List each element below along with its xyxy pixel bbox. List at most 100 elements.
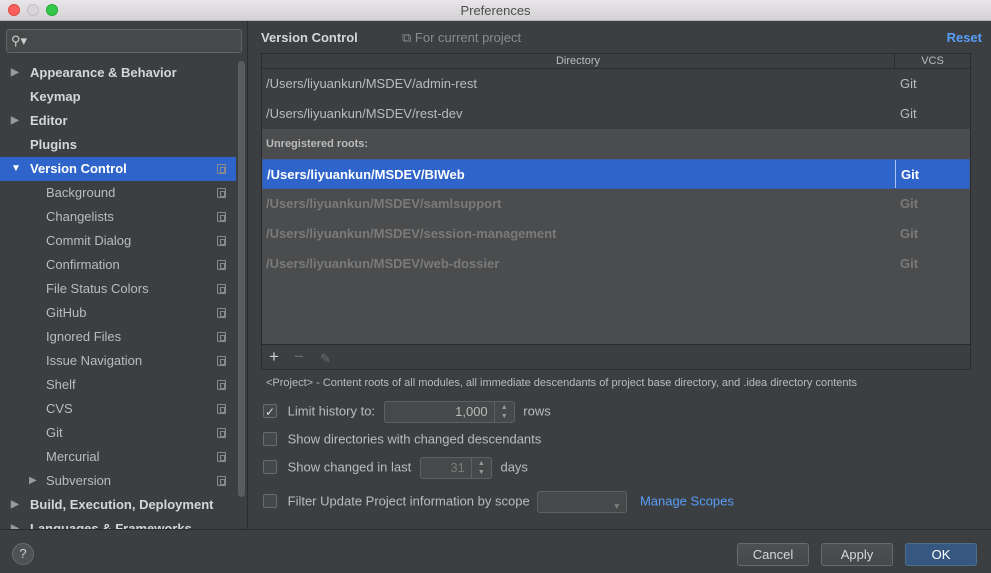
project-scope-icon <box>217 260 226 270</box>
show-changed-checkbox[interactable] <box>263 459 277 474</box>
project-scope-icon <box>217 476 226 486</box>
sidebar-item-label: Issue Navigation <box>46 353 143 368</box>
sidebar-item-label: Version Control <box>30 161 127 176</box>
vcs-cell: Git <box>900 256 919 271</box>
project-scope-icon <box>217 308 226 318</box>
sidebar-item-label: Shelf <box>46 377 76 392</box>
apply-button[interactable]: Apply <box>821 543 893 566</box>
vcs-cell: Git <box>900 196 919 211</box>
sidebar-item-label: Build, Execution, Deployment <box>30 497 214 512</box>
filter-update-checkbox[interactable] <box>263 493 277 508</box>
sidebar-item-background[interactable]: Background <box>0 181 236 205</box>
chevron-right-icon[interactable]: ▶ <box>11 109 19 133</box>
add-icon[interactable]: + <box>269 347 279 367</box>
limit-history-label[interactable]: Limit history to: <box>288 404 375 419</box>
sidebar-item-version-control[interactable]: ▼ Version Control <box>0 157 236 181</box>
days-value[interactable]: 31 <box>450 458 464 478</box>
directory-cell: /Users/liyuankun/MSDEV/BIWeb <box>267 167 465 182</box>
manage-scopes-link[interactable]: Manage Scopes <box>640 494 734 509</box>
directory-cell: /Users/liyuankun/MSDEV/session-managemen… <box>266 226 557 241</box>
show-dirs-label[interactable]: Show directories with changed descendant… <box>288 432 542 447</box>
chevron-down-icon[interactable]: ▼ <box>11 157 21 181</box>
limit-history-checkbox[interactable] <box>263 401 277 423</box>
table-row-selected[interactable]: /Users/liyuankun/MSDEV/BIWeb Git <box>262 159 970 189</box>
edit-icon[interactable]: ✎ <box>320 349 331 369</box>
sidebar-item-shelf[interactable]: Shelf <box>0 373 236 397</box>
page-title: Version Control <box>261 30 358 45</box>
column-header-vcs[interactable]: VCS <box>895 54 970 69</box>
directory-cell: /Users/liyuankun/MSDEV/admin-rest <box>266 76 477 91</box>
sidebar-item-label: Appearance & Behavior <box>30 65 177 80</box>
help-button[interactable]: ? <box>12 543 34 565</box>
sidebar-item-build-execution-deployment[interactable]: ▶ Build, Execution, Deployment <box>0 493 236 517</box>
sidebar-item-confirmation[interactable]: Confirmation <box>0 253 236 277</box>
sidebar-item-label: Editor <box>30 113 68 128</box>
sidebar-item-label: Keymap <box>30 89 81 104</box>
project-scope-icon <box>217 452 226 462</box>
sidebar-item-subversion[interactable]: ▶ Subversion <box>0 469 236 493</box>
project-scope-icon <box>217 212 226 222</box>
settings-sidebar: ⚲▾ ▶ Appearance & Behavior Keymap ▶ Edit… <box>0 21 248 536</box>
sidebar-item-appearance-behavior[interactable]: ▶ Appearance & Behavior <box>0 61 236 85</box>
sidebar-item-plugins[interactable]: Plugins <box>0 133 236 157</box>
filter-update-option: Filter Update Project information by sco… <box>263 490 734 513</box>
scope-hint: ⧉ For current project <box>402 30 521 46</box>
sidebar-item-label: Confirmation <box>46 257 120 272</box>
sidebar-item-git[interactable]: Git <box>0 421 236 445</box>
sidebar-item-commit-dialog[interactable]: Commit Dialog <box>0 229 236 253</box>
reset-link[interactable]: Reset <box>947 30 982 45</box>
sidebar-item-issue-navigation[interactable]: Issue Navigation <box>0 349 236 373</box>
cancel-button[interactable]: Cancel <box>737 543 809 566</box>
days-stepper[interactable]: 31 ▲ ▼ <box>419 456 492 479</box>
settings-search-field[interactable]: ⚲▾ <box>6 29 242 53</box>
chevron-right-icon[interactable]: ▶ <box>29 469 37 493</box>
project-scope-icon <box>217 164 226 174</box>
dialog-button-bar: ? Cancel Apply OK <box>0 529 991 573</box>
sidebar-item-label: Changelists <box>46 209 114 224</box>
sidebar-item-mercurial[interactable]: Mercurial <box>0 445 236 469</box>
sidebar-item-github[interactable]: GitHub <box>0 301 236 325</box>
sidebar-item-file-status-colors[interactable]: File Status Colors <box>0 277 236 301</box>
show-changed-option: Show changed in last 31 ▲ ▼ days <box>263 456 528 479</box>
show-changed-label[interactable]: Show changed in last <box>288 460 412 475</box>
vcs-mappings-table: Directory VCS /Users/liyuankun/MSDEV/adm… <box>261 53 971 370</box>
ok-button[interactable]: OK <box>905 543 977 566</box>
filter-update-label[interactable]: Filter Update Project information by sco… <box>288 494 530 509</box>
sidebar-item-ignored-files[interactable]: Ignored Files <box>0 325 236 349</box>
table-row[interactable]: /Users/liyuankun/MSDEV/session-managemen… <box>262 219 970 249</box>
sidebar-scrollbar[interactable] <box>238 61 245 497</box>
sidebar-item-editor[interactable]: ▶ Editor <box>0 109 236 133</box>
sidebar-item-label: CVS <box>46 401 73 416</box>
vcs-rows: /Users/liyuankun/MSDEV/admin-rest Git /U… <box>262 69 970 279</box>
sidebar-item-label: Git <box>46 425 63 440</box>
chevron-right-icon[interactable]: ▶ <box>11 493 19 517</box>
history-rows-value[interactable]: 1,000 <box>455 402 488 422</box>
project-scope-icon <box>217 380 226 390</box>
history-rows-stepper[interactable]: 1,000 ▲ ▼ <box>383 400 515 423</box>
chevron-right-icon[interactable]: ▶ <box>11 61 19 85</box>
table-row[interactable]: /Users/liyuankun/MSDEV/rest-dev Git <box>262 99 970 129</box>
stepper-arrows-icon[interactable]: ▲ ▼ <box>470 457 491 478</box>
search-icon: ⚲▾ <box>11 33 28 48</box>
window-title: Preferences <box>460 3 531 18</box>
stepper-arrows-icon[interactable]: ▲ ▼ <box>493 401 514 422</box>
sidebar-item-changelists[interactable]: Changelists <box>0 205 236 229</box>
table-row[interactable]: /Users/liyuankun/MSDEV/admin-rest Git <box>262 69 970 99</box>
sidebar-item-cvs[interactable]: CVS <box>0 397 236 421</box>
table-row[interactable]: /Users/liyuankun/MSDEV/samlsupport Git <box>262 189 970 219</box>
sidebar-item-label: Commit Dialog <box>46 233 132 248</box>
vcs-cell: Git <box>900 106 917 121</box>
rows-suffix: rows <box>523 403 551 419</box>
table-row[interactable]: /Users/liyuankun/MSDEV/web-dossier Git <box>262 249 970 279</box>
project-scope-icon <box>217 188 226 198</box>
show-dirs-checkbox[interactable] <box>263 431 277 446</box>
sidebar-item-keymap[interactable]: Keymap <box>0 85 236 109</box>
remove-icon[interactable]: − <box>294 347 304 367</box>
sidebar-item-label: Ignored Files <box>46 329 122 344</box>
limit-history-option: Limit history to: 1,000 ▲▼ rows <box>263 400 551 423</box>
scope-select[interactable]: ▼ <box>537 490 628 513</box>
column-header-directory[interactable]: Directory <box>262 54 895 69</box>
chevron-down-icon[interactable]: ▼ <box>612 495 621 517</box>
sidebar-item-label: File Status Colors <box>46 281 149 296</box>
directory-cell: /Users/liyuankun/MSDEV/samlsupport <box>266 196 502 211</box>
